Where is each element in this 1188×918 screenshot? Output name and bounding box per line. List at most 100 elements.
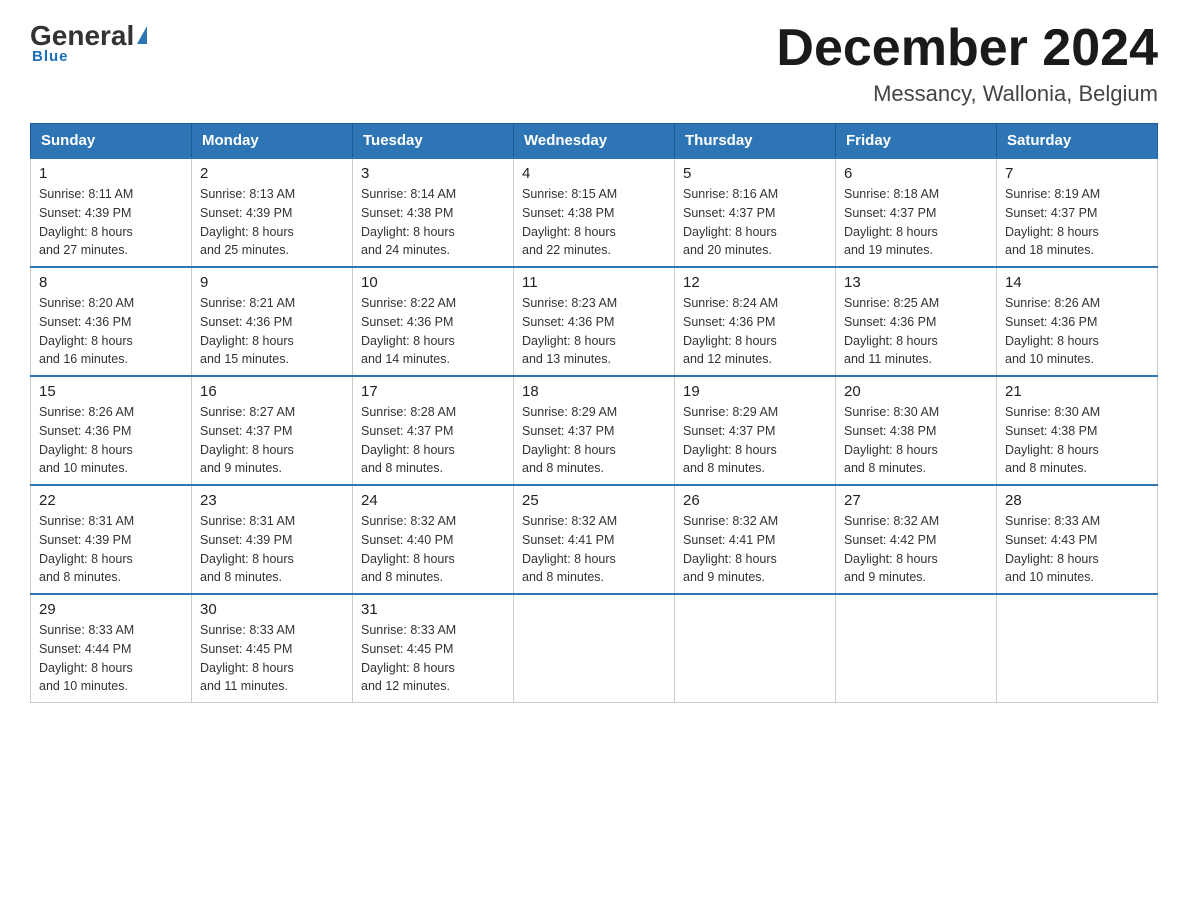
day-info: Sunrise: 8:32 AM Sunset: 4:42 PM Dayligh… (844, 512, 988, 587)
calendar-cell: 30 Sunrise: 8:33 AM Sunset: 4:45 PM Dayl… (192, 594, 353, 703)
day-info: Sunrise: 8:25 AM Sunset: 4:36 PM Dayligh… (844, 294, 988, 369)
day-info: Sunrise: 8:15 AM Sunset: 4:38 PM Dayligh… (522, 185, 666, 260)
day-info: Sunrise: 8:33 AM Sunset: 4:45 PM Dayligh… (200, 621, 344, 696)
calendar-cell (514, 594, 675, 703)
day-number: 10 (361, 274, 505, 291)
day-number: 30 (200, 601, 344, 618)
day-number: 21 (1005, 383, 1149, 400)
page-header: General Blue December 2024 Messancy, Wal… (30, 20, 1158, 107)
day-number: 5 (683, 165, 827, 182)
calendar-cell: 4 Sunrise: 8:15 AM Sunset: 4:38 PM Dayli… (514, 158, 675, 267)
day-number: 2 (200, 165, 344, 182)
calendar-cell (675, 594, 836, 703)
day-info: Sunrise: 8:28 AM Sunset: 4:37 PM Dayligh… (361, 403, 505, 478)
day-info: Sunrise: 8:20 AM Sunset: 4:36 PM Dayligh… (39, 294, 183, 369)
header-saturday: Saturday (997, 124, 1158, 159)
day-number: 6 (844, 165, 988, 182)
day-number: 11 (522, 274, 666, 291)
day-number: 29 (39, 601, 183, 618)
day-number: 13 (844, 274, 988, 291)
calendar-cell: 18 Sunrise: 8:29 AM Sunset: 4:37 PM Dayl… (514, 376, 675, 485)
calendar-cell (997, 594, 1158, 703)
day-number: 3 (361, 165, 505, 182)
day-info: Sunrise: 8:32 AM Sunset: 4:40 PM Dayligh… (361, 512, 505, 587)
day-number: 7 (1005, 165, 1149, 182)
day-info: Sunrise: 8:27 AM Sunset: 4:37 PM Dayligh… (200, 403, 344, 478)
calendar-cell (836, 594, 997, 703)
logo-underline: Blue (32, 48, 69, 65)
calendar-cell: 8 Sunrise: 8:20 AM Sunset: 4:36 PM Dayli… (31, 267, 192, 376)
calendar-cell: 19 Sunrise: 8:29 AM Sunset: 4:37 PM Dayl… (675, 376, 836, 485)
calendar-cell: 7 Sunrise: 8:19 AM Sunset: 4:37 PM Dayli… (997, 158, 1158, 267)
calendar-cell: 26 Sunrise: 8:32 AM Sunset: 4:41 PM Dayl… (675, 485, 836, 594)
day-info: Sunrise: 8:33 AM Sunset: 4:44 PM Dayligh… (39, 621, 183, 696)
calendar-cell: 25 Sunrise: 8:32 AM Sunset: 4:41 PM Dayl… (514, 485, 675, 594)
month-year-title: December 2024 (776, 20, 1158, 77)
day-number: 16 (200, 383, 344, 400)
calendar-cell: 11 Sunrise: 8:23 AM Sunset: 4:36 PM Dayl… (514, 267, 675, 376)
day-number: 28 (1005, 492, 1149, 509)
title-section: December 2024 Messancy, Wallonia, Belgiu… (776, 20, 1158, 107)
day-number: 22 (39, 492, 183, 509)
day-info: Sunrise: 8:14 AM Sunset: 4:38 PM Dayligh… (361, 185, 505, 260)
calendar-cell: 1 Sunrise: 8:11 AM Sunset: 4:39 PM Dayli… (31, 158, 192, 267)
day-info: Sunrise: 8:33 AM Sunset: 4:43 PM Dayligh… (1005, 512, 1149, 587)
day-number: 14 (1005, 274, 1149, 291)
day-number: 23 (200, 492, 344, 509)
day-number: 18 (522, 383, 666, 400)
day-number: 19 (683, 383, 827, 400)
calendar-cell: 24 Sunrise: 8:32 AM Sunset: 4:40 PM Dayl… (353, 485, 514, 594)
day-number: 26 (683, 492, 827, 509)
header-thursday: Thursday (675, 124, 836, 159)
day-info: Sunrise: 8:23 AM Sunset: 4:36 PM Dayligh… (522, 294, 666, 369)
day-info: Sunrise: 8:33 AM Sunset: 4:45 PM Dayligh… (361, 621, 505, 696)
calendar-week-row-5: 29 Sunrise: 8:33 AM Sunset: 4:44 PM Dayl… (31, 594, 1158, 703)
calendar-cell: 31 Sunrise: 8:33 AM Sunset: 4:45 PM Dayl… (353, 594, 514, 703)
day-number: 17 (361, 383, 505, 400)
calendar-cell: 29 Sunrise: 8:33 AM Sunset: 4:44 PM Dayl… (31, 594, 192, 703)
day-number: 1 (39, 165, 183, 182)
calendar-cell: 10 Sunrise: 8:22 AM Sunset: 4:36 PM Dayl… (353, 267, 514, 376)
day-number: 20 (844, 383, 988, 400)
calendar-week-row-1: 1 Sunrise: 8:11 AM Sunset: 4:39 PM Dayli… (31, 158, 1158, 267)
day-number: 24 (361, 492, 505, 509)
day-number: 8 (39, 274, 183, 291)
day-number: 31 (361, 601, 505, 618)
calendar-cell: 9 Sunrise: 8:21 AM Sunset: 4:36 PM Dayli… (192, 267, 353, 376)
calendar-cell: 15 Sunrise: 8:26 AM Sunset: 4:36 PM Dayl… (31, 376, 192, 485)
calendar-cell: 17 Sunrise: 8:28 AM Sunset: 4:37 PM Dayl… (353, 376, 514, 485)
calendar-week-row-3: 15 Sunrise: 8:26 AM Sunset: 4:36 PM Dayl… (31, 376, 1158, 485)
header-wednesday: Wednesday (514, 124, 675, 159)
calendar-cell: 5 Sunrise: 8:16 AM Sunset: 4:37 PM Dayli… (675, 158, 836, 267)
day-number: 9 (200, 274, 344, 291)
day-info: Sunrise: 8:21 AM Sunset: 4:36 PM Dayligh… (200, 294, 344, 369)
calendar-cell: 27 Sunrise: 8:32 AM Sunset: 4:42 PM Dayl… (836, 485, 997, 594)
day-info: Sunrise: 8:26 AM Sunset: 4:36 PM Dayligh… (39, 403, 183, 478)
calendar-cell: 21 Sunrise: 8:30 AM Sunset: 4:38 PM Dayl… (997, 376, 1158, 485)
day-info: Sunrise: 8:26 AM Sunset: 4:36 PM Dayligh… (1005, 294, 1149, 369)
day-info: Sunrise: 8:24 AM Sunset: 4:36 PM Dayligh… (683, 294, 827, 369)
day-info: Sunrise: 8:18 AM Sunset: 4:37 PM Dayligh… (844, 185, 988, 260)
calendar-cell: 28 Sunrise: 8:33 AM Sunset: 4:43 PM Dayl… (997, 485, 1158, 594)
day-info: Sunrise: 8:30 AM Sunset: 4:38 PM Dayligh… (844, 403, 988, 478)
calendar-cell: 20 Sunrise: 8:30 AM Sunset: 4:38 PM Dayl… (836, 376, 997, 485)
day-info: Sunrise: 8:22 AM Sunset: 4:36 PM Dayligh… (361, 294, 505, 369)
header-monday: Monday (192, 124, 353, 159)
day-info: Sunrise: 8:29 AM Sunset: 4:37 PM Dayligh… (522, 403, 666, 478)
day-number: 12 (683, 274, 827, 291)
day-number: 15 (39, 383, 183, 400)
calendar-cell: 6 Sunrise: 8:18 AM Sunset: 4:37 PM Dayli… (836, 158, 997, 267)
day-info: Sunrise: 8:32 AM Sunset: 4:41 PM Dayligh… (683, 512, 827, 587)
logo-triangle-icon (137, 26, 147, 44)
calendar-cell: 2 Sunrise: 8:13 AM Sunset: 4:39 PM Dayli… (192, 158, 353, 267)
calendar-cell: 14 Sunrise: 8:26 AM Sunset: 4:36 PM Dayl… (997, 267, 1158, 376)
calendar-cell: 13 Sunrise: 8:25 AM Sunset: 4:36 PM Dayl… (836, 267, 997, 376)
header-sunday: Sunday (31, 124, 192, 159)
day-info: Sunrise: 8:29 AM Sunset: 4:37 PM Dayligh… (683, 403, 827, 478)
day-info: Sunrise: 8:32 AM Sunset: 4:41 PM Dayligh… (522, 512, 666, 587)
calendar-cell: 16 Sunrise: 8:27 AM Sunset: 4:37 PM Dayl… (192, 376, 353, 485)
day-info: Sunrise: 8:31 AM Sunset: 4:39 PM Dayligh… (200, 512, 344, 587)
calendar-cell: 3 Sunrise: 8:14 AM Sunset: 4:38 PM Dayli… (353, 158, 514, 267)
day-info: Sunrise: 8:30 AM Sunset: 4:38 PM Dayligh… (1005, 403, 1149, 478)
header-friday: Friday (836, 124, 997, 159)
